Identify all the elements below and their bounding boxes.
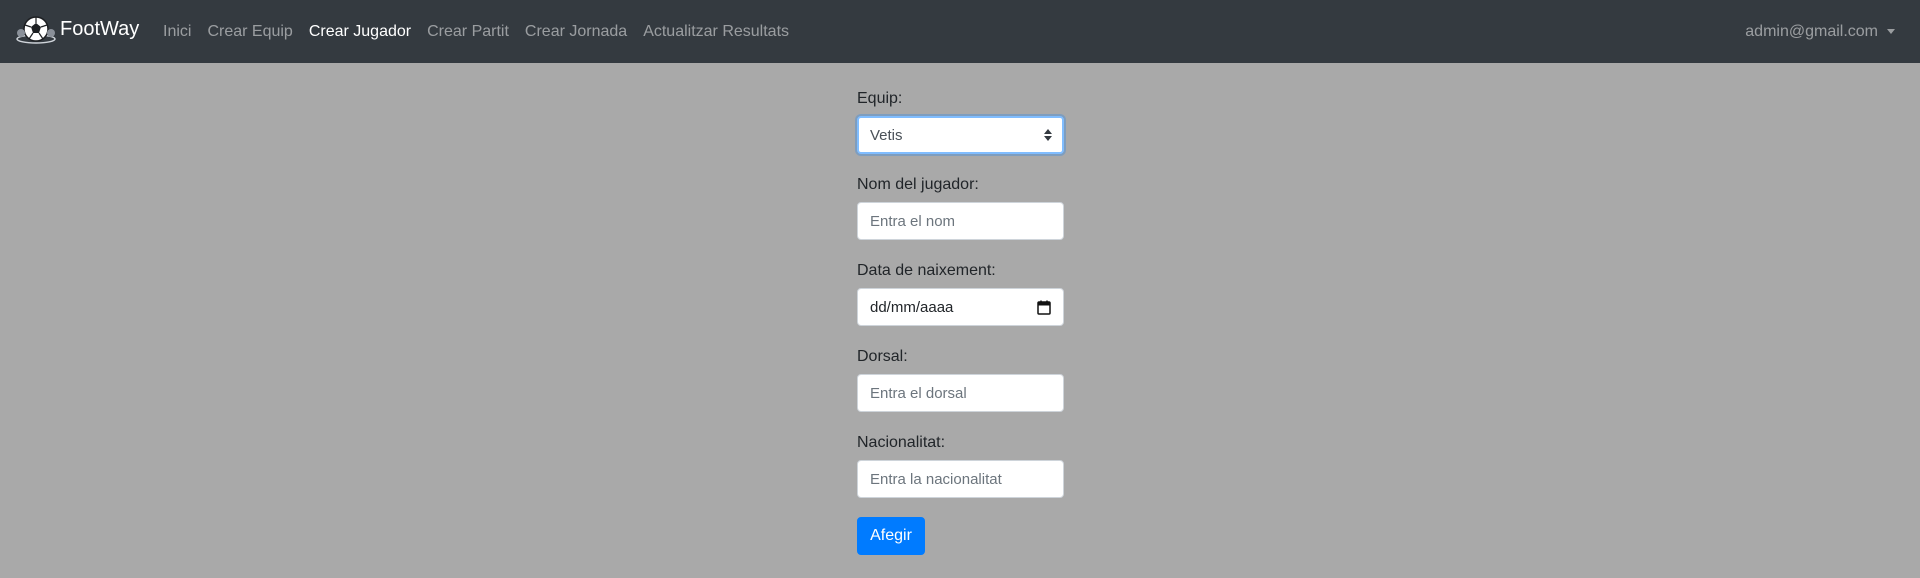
soccer-ball-logo-icon [16,16,56,44]
team-select[interactable]: Vetis [857,116,1064,154]
brand-name: FootWay [60,18,140,40]
player-name-input[interactable] [857,202,1064,240]
navbar: FootWay Inici Crear Equip Crear Jugador … [0,0,1920,63]
nav-item-crear-jugador[interactable]: Crear Jugador [309,23,411,41]
nav-item-crear-jornada[interactable]: Crear Jornada [525,23,627,41]
add-button[interactable]: Afegir [857,517,925,555]
number-input[interactable] [857,374,1064,412]
nav-links: Inici Crear Equip Crear Jugador Crear Pa… [163,0,805,63]
birthdate-value: dd/mm/aaaa [870,298,954,316]
user-dropdown[interactable]: admin@gmail.com [1745,0,1895,63]
nationality-input[interactable] [857,460,1064,498]
nav-item-crear-equip[interactable]: Crear Equip [207,23,292,41]
birthdate-input[interactable]: dd/mm/aaaa [857,288,1064,326]
nav-item-inici[interactable]: Inici [163,23,191,41]
calendar-icon[interactable] [1037,300,1051,315]
brand[interactable]: FootWay [15,12,139,46]
nav-item-crear-partit[interactable]: Crear Partit [427,23,509,41]
select-arrows-icon [1044,129,1052,141]
nationality-label: Nacionalitat: [857,434,946,451]
create-player-form: Equip: Vetis Nom del jugador: Data de na… [857,88,1064,518]
number-label: Dorsal: [857,348,908,365]
user-email: admin@gmail.com [1745,22,1878,40]
player-name-label: Nom del jugador: [857,176,979,193]
caret-down-icon [1887,29,1895,34]
team-label: Equip: [857,90,903,107]
birthdate-label: Data de naixement: [857,262,996,279]
nav-item-actualitzar-resultats[interactable]: Actualitzar Resultats [643,23,789,41]
team-select-value: Vetis [870,126,903,144]
